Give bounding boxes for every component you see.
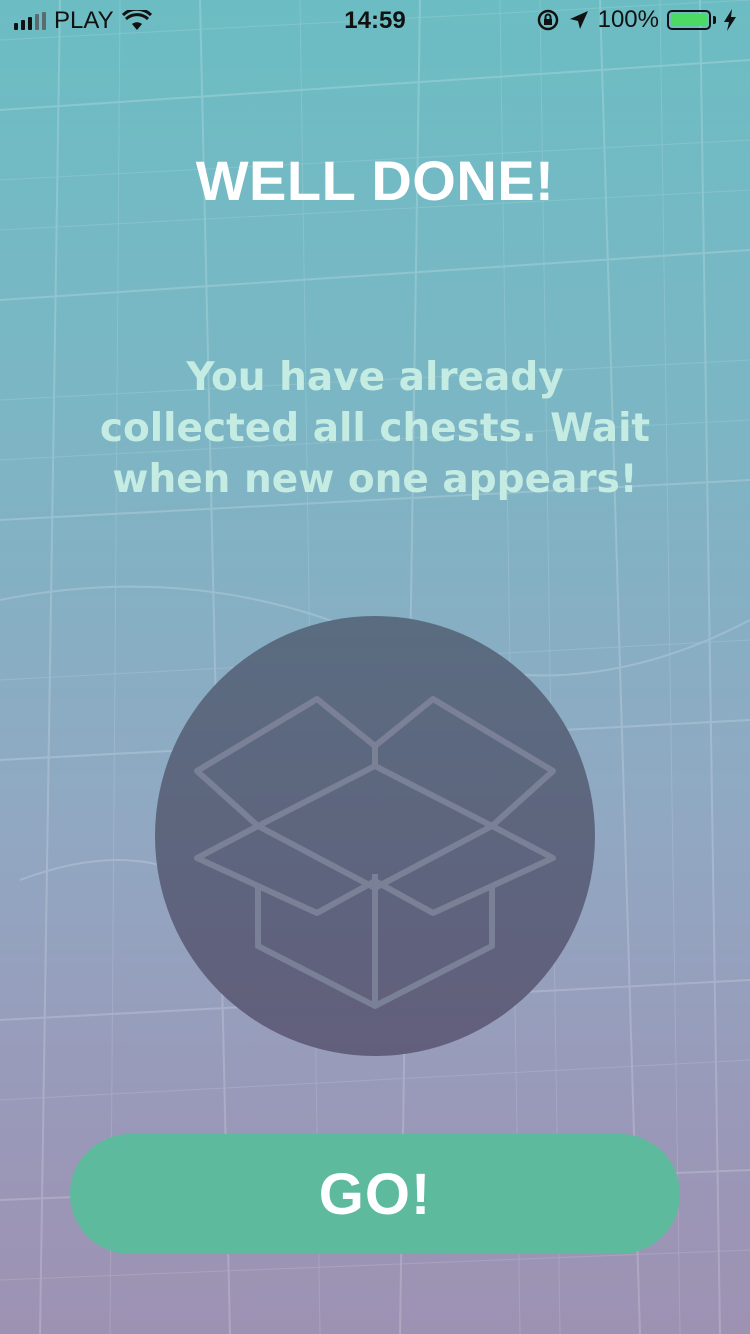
page-title: WELL DONE!	[195, 149, 555, 212]
status-bar: PLAY 14:59 100%	[0, 0, 750, 40]
rotation-lock-icon	[537, 9, 558, 31]
battery-percent: 100%	[597, 6, 659, 33]
open-box-icon	[194, 696, 556, 1009]
charging-icon	[724, 9, 736, 31]
go-button[interactable]: GO!	[70, 1134, 680, 1254]
status-message: You have already collected all chests. W…	[99, 355, 651, 502]
status-bar-right: 100%	[536, 6, 736, 34]
location-arrow-icon	[569, 11, 588, 29]
battery-cap	[713, 16, 716, 24]
empty-chest-illustration	[155, 616, 595, 1056]
battery-icon	[667, 10, 711, 30]
